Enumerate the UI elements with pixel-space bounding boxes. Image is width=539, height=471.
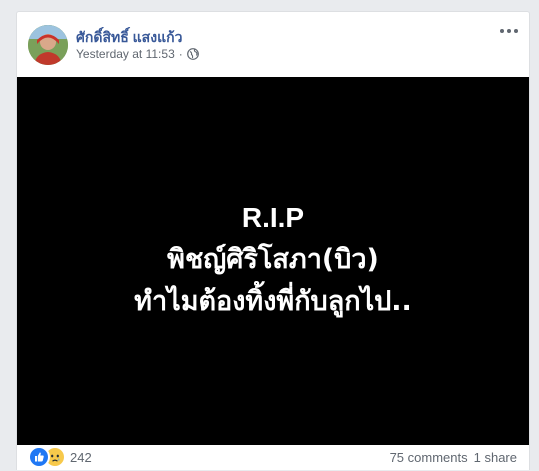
meta-separator: · (178, 47, 183, 61)
image-text-line1: R.I.P (241, 202, 305, 233)
like-icon (28, 446, 50, 468)
post-image[interactable]: R.I.P พิชญ์ศิริโสภา(บิว) ทำไมต้องทิ้งพี่… (17, 77, 529, 445)
post-timestamp[interactable]: Yesterday at 11:53 (76, 47, 175, 61)
post-card: ศักดิ์สิทธิ์ แสงแก้ว Yesterday at 11:53 … (16, 11, 530, 470)
post-meta: Yesterday at 11:53 · (76, 47, 199, 61)
more-dot (507, 29, 511, 33)
image-text-line2: พิชญ์ศิริโสภา(บิว) (167, 244, 379, 275)
more-dot (514, 29, 518, 33)
image-text-line3: ทำไมต้องทิ้งพี่กับลูกไป.. (134, 286, 412, 317)
shares-link[interactable]: 1 share (474, 450, 517, 465)
post-stats: 75 comments 1 share (390, 445, 517, 469)
avatar-photo (28, 25, 68, 65)
more-dot (500, 29, 504, 33)
author-name[interactable]: ศักดิ์สิทธิ์ แสงแก้ว (76, 27, 182, 49)
reactions-count: 242 (70, 449, 92, 465)
post-header: ศักดิ์สิทธิ์ แสงแก้ว Yesterday at 11:53 … (17, 12, 529, 78)
author-avatar[interactable] (28, 25, 68, 65)
comments-link[interactable]: 75 comments (390, 450, 468, 465)
more-options-icon[interactable] (500, 26, 518, 36)
reactions-summary[interactable]: 242 (28, 445, 92, 469)
globe-icon[interactable] (186, 48, 199, 60)
post-footer: 242 75 comments 1 share (17, 445, 529, 471)
